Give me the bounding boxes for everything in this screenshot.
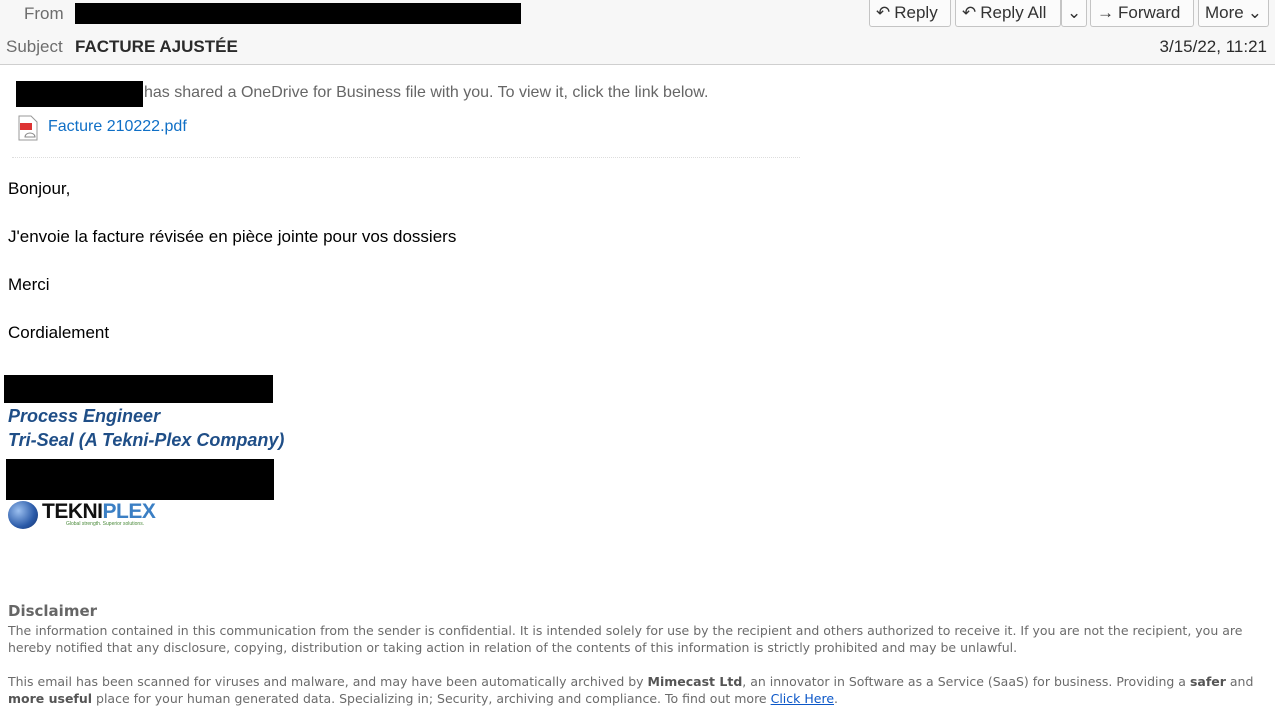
redacted-name — [4, 375, 273, 403]
date: 3/15/22, 11:21 — [1159, 37, 1267, 56]
more-label: More — [1205, 3, 1244, 22]
forward-label: Forward — [1118, 3, 1181, 22]
subject-label: Subject — [6, 37, 63, 56]
subject: FACTURE AJUSTÉE — [75, 37, 238, 56]
closing: Cordialement — [8, 323, 110, 342]
more-button[interactable]: More ⌄ — [1198, 0, 1269, 27]
reply-label: Reply — [894, 3, 938, 22]
greeting: Bonjour, — [8, 179, 71, 198]
body-line: J'envoie la facture révisée en pièce joi… — [8, 227, 457, 246]
reply-icon: ↶ — [876, 3, 891, 22]
disclaimer-text: The information contained in this commun… — [8, 623, 1243, 655]
shared-file-link[interactable]: Facture 210222.pdf — [48, 118, 187, 136]
from-label: From — [24, 4, 64, 23]
reply-all-label: Reply All — [980, 3, 1047, 22]
signature-title: Process Engineer — [8, 406, 161, 426]
forward-icon: → — [1097, 3, 1114, 22]
redacted-phone — [6, 459, 274, 500]
logo-tagline: Global strength. Superior solutions. — [66, 521, 145, 527]
tekniplex-logo: TEKNIPLEX Global strength. Superior solu… — [8, 500, 186, 530]
thanks: Merci — [8, 275, 50, 294]
chevron-down-icon: ⌄ — [1247, 3, 1262, 22]
reply-all-button[interactable]: ↶ Reply All — [955, 0, 1061, 27]
chevron-down-icon: ⌄ — [1067, 3, 1082, 22]
reply-all-dropdown[interactable]: ⌄ — [1061, 0, 1087, 27]
disclaimer-heading: Disclaimer — [8, 602, 98, 620]
divider — [12, 157, 800, 158]
click-here-link[interactable]: Click Here — [771, 691, 834, 706]
reply-all-icon: ↶ — [962, 3, 977, 22]
forward-button[interactable]: → Forward — [1090, 0, 1194, 27]
globe-icon — [8, 501, 38, 529]
redacted-sharer — [16, 81, 143, 107]
message-header: From Subject FACTURE AJUSTÉE 3/15/22, 11… — [0, 0, 1275, 65]
signature-company: Tri-Seal (A Tekni-Plex Company) — [8, 430, 285, 450]
pdf-file-icon — [18, 115, 38, 141]
redacted-sender — [75, 3, 521, 24]
share-notice: has shared a OneDrive for Business file … — [144, 84, 709, 101]
reply-button[interactable]: ↶ Reply — [869, 0, 951, 27]
mimecast-notice: This email has been scanned for viruses … — [8, 674, 1254, 706]
